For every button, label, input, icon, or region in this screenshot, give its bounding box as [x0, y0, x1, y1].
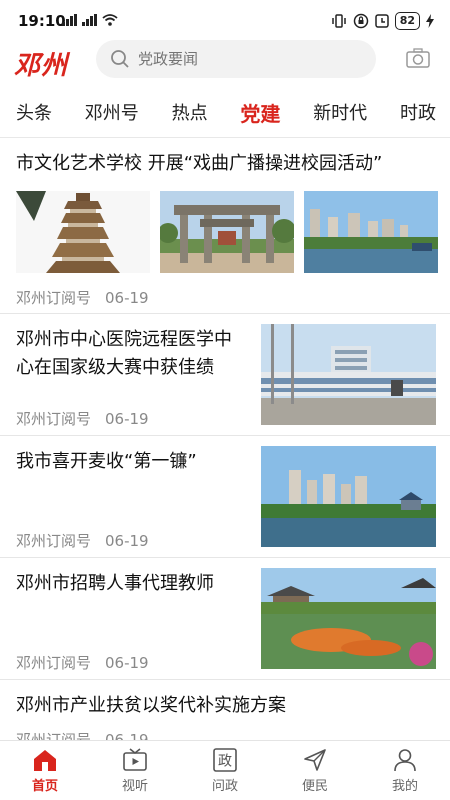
news-image-pagoda: [16, 191, 150, 273]
nav-label: 我的: [391, 779, 418, 794]
home-icon: [34, 750, 56, 771]
tab-dengzhouhao[interactable]: 邓州号: [85, 92, 139, 137]
category-tabs: 头条 邓州号 热点 党建 新时代 时政: [0, 92, 450, 138]
user-icon: [394, 749, 416, 772]
news-source: 邓州订阅号: [16, 654, 92, 672]
signal-icon: [62, 14, 77, 26]
search-bar[interactable]: [96, 40, 376, 78]
alarm-icon: [374, 14, 389, 28]
news-image-archway: [160, 191, 294, 273]
charging-icon: [426, 14, 434, 28]
nav-video[interactable]: 视听: [90, 741, 180, 800]
nav-politics[interactable]: 政 问政: [180, 741, 270, 800]
news-item[interactable]: 我市喜开麦收“第一镰” 邓州订阅号 06-19: [0, 436, 450, 558]
news-date: 06-19: [105, 289, 149, 307]
news-image-garden-pond: [261, 568, 436, 669]
camera-icon[interactable]: [406, 48, 430, 68]
nav-label: 首页: [31, 779, 58, 794]
news-image-row: [16, 191, 438, 273]
app-logo: 邓州: [14, 51, 69, 81]
news-date: 06-19: [105, 654, 149, 672]
news-image-hospital: [261, 324, 436, 425]
status-bar: 19:10 82: [0, 0, 450, 40]
bottom-nav: 首页 视听 政 问政 便民 我的: [0, 740, 450, 800]
status-time: 19:10: [18, 12, 66, 30]
news-meta: 邓州订阅号 06-19: [16, 652, 149, 673]
wifi-icon: [102, 14, 118, 26]
news-source: 邓州订阅号: [16, 410, 92, 428]
send-icon: [304, 749, 326, 771]
news-title: 市文化艺术学校 开展“戏曲广播操进校园活动”: [16, 153, 383, 174]
search-icon: [111, 50, 129, 68]
news-meta: 邓州订阅号 06-19: [16, 408, 149, 429]
nav-mine[interactable]: 我的: [360, 741, 450, 800]
status-right-icons: 82: [331, 12, 434, 30]
news-feed: 市文化艺术学校 开展“戏曲广播操进校园活动” 邓州订阅号 06-19 邓州市中心…: [0, 139, 450, 740]
vibrate-icon: [331, 14, 346, 28]
nav-home[interactable]: 首页: [0, 741, 90, 800]
news-source: 邓州订阅号: [16, 532, 92, 550]
news-title: 邓州市产业扶贫以奖代补实施方案: [16, 695, 286, 716]
news-meta: 邓州订阅号 06-19: [16, 729, 149, 740]
news-item[interactable]: 邓州市招聘人事代理教师 邓州订阅号 06-19: [0, 558, 450, 680]
signal-icon-2: [82, 14, 97, 26]
tv-icon: [123, 748, 147, 771]
nav-services[interactable]: 便民: [270, 741, 360, 800]
battery-level: 82: [394, 12, 420, 30]
news-date: 06-19: [105, 731, 149, 740]
news-item[interactable]: 市文化艺术学校 开展“戏曲广播操进校园活动” 邓州订阅号 06-19: [0, 139, 450, 314]
news-date: 06-19: [105, 410, 149, 428]
news-item[interactable]: 邓州市产业扶贫以奖代补实施方案 邓州订阅号 06-19: [0, 680, 450, 740]
news-date: 06-19: [105, 532, 149, 550]
news-meta: 邓州订阅号 06-19: [16, 530, 149, 551]
status-left-icons: [62, 14, 118, 26]
news-title: 邓州市招聘人事代理教师: [16, 573, 214, 594]
news-image-lake-city: [304, 191, 438, 273]
news-title: 邓州市中心医院远程医学中心在国家级大赛中获佳绩: [16, 329, 232, 378]
nav-label: 便民: [301, 779, 328, 794]
news-source: 邓州订阅号: [16, 289, 92, 307]
news-title: 我市喜开麦收“第一镰”: [16, 451, 197, 472]
news-source: 邓州订阅号: [16, 731, 92, 740]
tab-new-era[interactable]: 新时代: [313, 92, 367, 137]
nav-label: 问政: [211, 779, 238, 794]
tab-current-politics[interactable]: 时政: [400, 92, 436, 137]
nav-label: 视听: [121, 779, 148, 794]
tab-toutiao[interactable]: 头条: [16, 92, 52, 137]
politics-icon-text: 政: [218, 754, 232, 770]
news-image-lakeside: [261, 446, 436, 547]
news-item[interactable]: 邓州市中心医院远程医学中心在国家级大赛中获佳绩 邓州订阅号 06-19: [0, 314, 450, 436]
lock-rotation-icon: [353, 13, 368, 29]
tab-party-building[interactable]: 党建: [240, 92, 280, 137]
politics-icon: 政: [213, 748, 237, 772]
news-meta: 邓州订阅号 06-19: [16, 287, 149, 308]
header: 邓州: [0, 40, 450, 88]
tab-hot[interactable]: 热点: [172, 92, 208, 137]
search-input[interactable]: [138, 50, 358, 68]
